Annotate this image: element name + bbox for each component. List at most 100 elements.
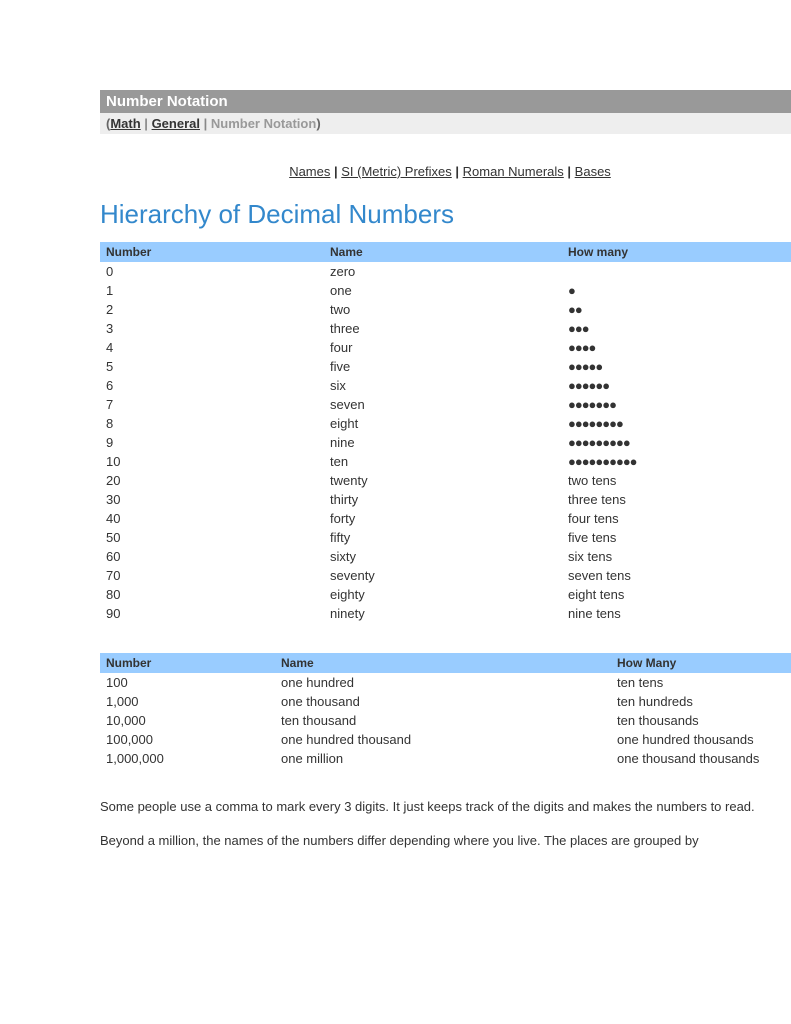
breadcrumb-sep: |: [200, 116, 211, 131]
breadcrumb-current: Number Notation: [211, 116, 316, 131]
link-roman-numerals[interactable]: Roman Numerals: [463, 164, 564, 179]
table-row: 8eight●●●●●●●●: [100, 414, 791, 433]
cell-name: ninety: [324, 604, 562, 623]
cell-number: 8: [100, 414, 324, 433]
col-name: Name: [324, 242, 562, 262]
table-hierarchy-small: Number Name How many 0zero1one●2two●●3th…: [100, 242, 791, 623]
link-sep: |: [330, 164, 341, 179]
cell-number: 1: [100, 281, 324, 300]
col-number: Number: [100, 653, 275, 673]
cell-name: seven: [324, 395, 562, 414]
table-row: 40fortyfour tens: [100, 509, 791, 528]
cell-name: zero: [324, 262, 562, 281]
cell-howmany: two tens: [562, 471, 791, 490]
cell-number: 100: [100, 673, 275, 692]
table-row: 100,000one hundred thousandone hundred t…: [100, 730, 791, 749]
cell-howmany: ●●●●●●●●●: [562, 433, 791, 452]
cell-name: eight: [324, 414, 562, 433]
cell-name: two: [324, 300, 562, 319]
cell-number: 1,000,000: [100, 749, 275, 768]
cell-howmany: ●●●●: [562, 338, 791, 357]
table-row: 70seventyseven tens: [100, 566, 791, 585]
link-bases[interactable]: Bases: [575, 164, 611, 179]
cell-number: 9: [100, 433, 324, 452]
cell-name: one hundred: [275, 673, 611, 692]
breadcrumb-link-math[interactable]: Math: [110, 116, 140, 131]
cell-name: three: [324, 319, 562, 338]
title-bar: Number Notation: [100, 90, 791, 113]
cell-number: 2: [100, 300, 324, 319]
cell-howmany: ten hundreds: [611, 692, 791, 711]
link-si-prefixes[interactable]: SI (Metric) Prefixes: [341, 164, 452, 179]
cell-howmany: eight tens: [562, 585, 791, 604]
table-row: 0zero: [100, 262, 791, 281]
cell-name: one hundred thousand: [275, 730, 611, 749]
breadcrumb-sep: |: [141, 116, 152, 131]
cell-name: sixty: [324, 547, 562, 566]
cell-howmany: [562, 262, 791, 281]
cell-number: 1,000: [100, 692, 275, 711]
table-row: 1,000one thousandten hundreds: [100, 692, 791, 711]
col-howmany: How many: [562, 242, 791, 262]
cell-howmany: ten thousands: [611, 711, 791, 730]
breadcrumb-link-general[interactable]: General: [152, 116, 200, 131]
breadcrumb-close: ): [316, 116, 320, 131]
link-names[interactable]: Names: [289, 164, 330, 179]
cell-number: 3: [100, 319, 324, 338]
cell-number: 7: [100, 395, 324, 414]
table-row: 9nine●●●●●●●●●: [100, 433, 791, 452]
table-hierarchy-large: Number Name How Many 100one hundredten t…: [100, 653, 791, 768]
table-row: 5five●●●●●: [100, 357, 791, 376]
cell-name: four: [324, 338, 562, 357]
cell-name: one thousand: [275, 692, 611, 711]
cell-howmany: ●●: [562, 300, 791, 319]
cell-number: 20: [100, 471, 324, 490]
cell-name: eighty: [324, 585, 562, 604]
cell-number: 10,000: [100, 711, 275, 730]
table-row: 90ninetynine tens: [100, 604, 791, 623]
page-title: Number Notation: [106, 93, 228, 110]
cell-name: five: [324, 357, 562, 376]
cell-name: one million: [275, 749, 611, 768]
top-links: Names | SI (Metric) Prefixes | Roman Num…: [100, 164, 791, 179]
cell-name: seventy: [324, 566, 562, 585]
cell-howmany: nine tens: [562, 604, 791, 623]
cell-howmany: six tens: [562, 547, 791, 566]
col-number: Number: [100, 242, 324, 262]
table-row: 10ten●●●●●●●●●●: [100, 452, 791, 471]
table-row: 7seven●●●●●●●: [100, 395, 791, 414]
col-name: Name: [275, 653, 611, 673]
cell-number: 30: [100, 490, 324, 509]
table-row: 80eightyeight tens: [100, 585, 791, 604]
cell-number: 4: [100, 338, 324, 357]
table-row: 50fiftyfive tens: [100, 528, 791, 547]
cell-number: 10: [100, 452, 324, 471]
table-row: 3three●●●: [100, 319, 791, 338]
cell-name: ten: [324, 452, 562, 471]
cell-name: forty: [324, 509, 562, 528]
cell-howmany: ten tens: [611, 673, 791, 692]
cell-howmany: ●●●●●●●●●●: [562, 452, 791, 471]
cell-howmany: five tens: [562, 528, 791, 547]
cell-name: six: [324, 376, 562, 395]
cell-howmany: ●●●●●●●: [562, 395, 791, 414]
cell-name: fifty: [324, 528, 562, 547]
cell-howmany: four tens: [562, 509, 791, 528]
cell-howmany: three tens: [562, 490, 791, 509]
cell-number: 60: [100, 547, 324, 566]
cell-howmany: ●●●●●: [562, 357, 791, 376]
cell-number: 50: [100, 528, 324, 547]
cell-howmany: one thousand thousands: [611, 749, 791, 768]
cell-howmany: seven tens: [562, 566, 791, 585]
cell-howmany: ●●●●●●: [562, 376, 791, 395]
cell-howmany: ●: [562, 281, 791, 300]
cell-number: 5: [100, 357, 324, 376]
table-row: 4four●●●●: [100, 338, 791, 357]
paragraph-beyond-million: Beyond a million, the names of the numbe…: [100, 832, 791, 850]
cell-howmany: one hundred thousands: [611, 730, 791, 749]
cell-number: 40: [100, 509, 324, 528]
cell-name: ten thousand: [275, 711, 611, 730]
cell-name: twenty: [324, 471, 562, 490]
table-row: 10,000ten thousandten thousands: [100, 711, 791, 730]
cell-number: 6: [100, 376, 324, 395]
